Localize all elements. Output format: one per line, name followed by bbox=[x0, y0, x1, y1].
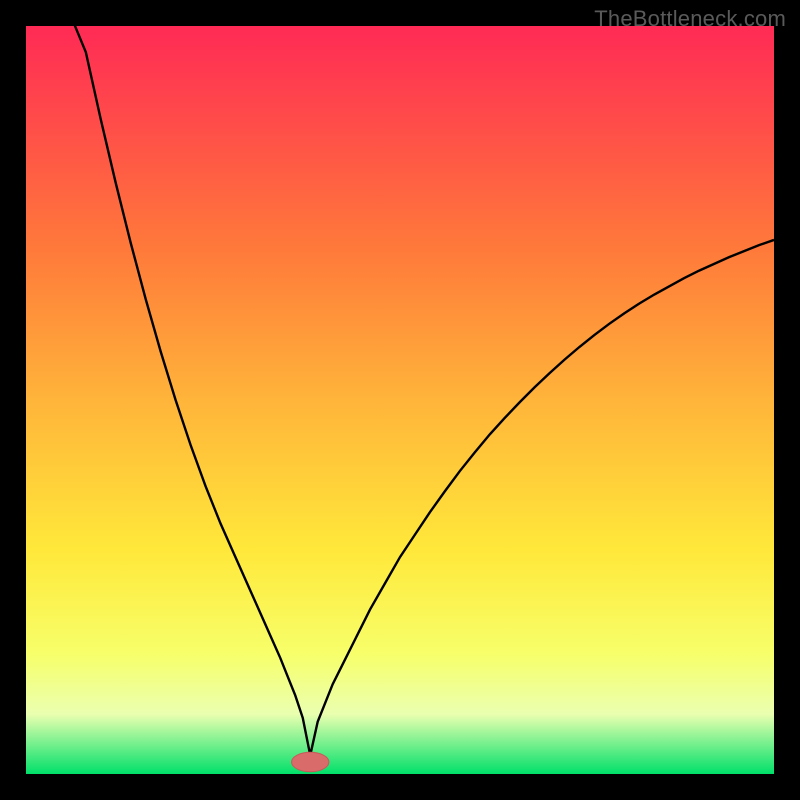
bottleneck-chart-svg bbox=[26, 26, 774, 774]
chart-frame: TheBottleneck.com bbox=[0, 0, 800, 800]
gradient-background bbox=[26, 26, 774, 774]
minimum-marker bbox=[292, 752, 329, 771]
watermark-text: TheBottleneck.com bbox=[594, 6, 786, 32]
plot-area bbox=[26, 26, 774, 774]
